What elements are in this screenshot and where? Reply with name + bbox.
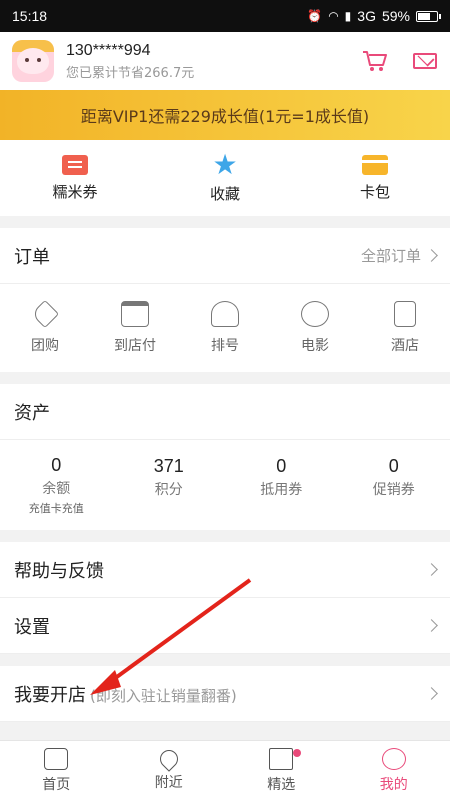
- avatar[interactable]: [12, 40, 54, 82]
- battery-icon: [416, 10, 441, 22]
- asset-points[interactable]: 371 积分: [113, 456, 226, 514]
- battery-percent: 59%: [381, 8, 410, 24]
- quick-ticket[interactable]: 糯米券: [0, 140, 150, 216]
- tag-icon: [30, 299, 60, 329]
- chevron-right-icon: [425, 619, 438, 632]
- orders-header[interactable]: 订单 全部订单: [0, 228, 450, 284]
- asset-promo-coupons[interactable]: 0 促销券: [338, 456, 450, 514]
- message-icon[interactable]: [412, 49, 438, 73]
- network-type: 3G: [357, 8, 376, 24]
- profile-header[interactable]: 130*****994 您已累计节省266.7元: [0, 32, 450, 90]
- wifi-icon: ◠: [328, 9, 339, 23]
- store-section: 我要开店 (即刻入驻让销量翻番): [0, 666, 450, 722]
- home-icon: [44, 747, 69, 770]
- card-icon: [362, 154, 388, 175]
- status-bar: 15:18 ⏰ ◠ ▮ 3G 59%: [0, 0, 450, 32]
- asset-list: 0 余额 充值卡充值 371 积分 0 抵用券 0 促销券: [0, 440, 450, 530]
- tab-nearby[interactable]: 附近: [113, 741, 226, 800]
- phone-number: 130*****994: [66, 41, 151, 59]
- order-groupbuy[interactable]: 团购: [0, 299, 90, 355]
- order-instore-pay[interactable]: 到店付: [90, 301, 180, 355]
- film-icon: [301, 301, 329, 327]
- vip-banner[interactable]: 距离VIP1还需229成长值(1元=1成长值): [0, 90, 450, 140]
- quick-actions: 糯米券 ★ 收藏 卡包: [0, 140, 450, 216]
- bag-icon: [269, 747, 294, 770]
- chevron-right-icon: [425, 563, 438, 576]
- star-icon: ★: [212, 147, 238, 181]
- all-orders-link[interactable]: 全部订单: [361, 245, 438, 266]
- order-movie[interactable]: 电影: [270, 301, 360, 355]
- bottom-tab-bar: 首页 附近 精选 我的: [0, 740, 450, 800]
- shop-icon: [121, 301, 149, 327]
- signal-icon: ▮: [344, 9, 352, 23]
- order-types: 团购 到店付 排号 电影 酒店: [0, 284, 450, 372]
- settings-row[interactable]: 设置: [0, 598, 450, 654]
- open-store-row[interactable]: 我要开店 (即刻入驻让销量翻番): [0, 666, 450, 722]
- cart-icon[interactable]: [362, 49, 388, 73]
- chevron-right-icon: [425, 687, 438, 700]
- open-store-subtitle: (即刻入驻让销量翻番): [90, 686, 237, 705]
- order-queue[interactable]: 排号: [180, 301, 270, 355]
- status-icons: ⏰ ◠ ▮ 3G 59%: [307, 8, 441, 24]
- assets-title: 资产: [14, 402, 50, 424]
- open-store-label: 我要开店: [14, 684, 86, 706]
- quick-label: 卡包: [359, 182, 390, 201]
- tab-home[interactable]: 首页: [0, 741, 113, 800]
- assets-section: 资产 0 余额 充值卡充值 371 积分 0 抵用券 0 促销券: [0, 384, 450, 530]
- chevron-right-icon: [425, 249, 438, 262]
- savings-text: 您已累计节省266.7元: [66, 65, 195, 81]
- recharge-link[interactable]: 充值卡充值: [29, 500, 84, 516]
- header-actions: [362, 49, 438, 73]
- orders-section: 订单 全部订单 团购 到店付 排号 电影 酒店: [0, 228, 450, 372]
- location-icon: [156, 745, 182, 772]
- alarm-icon: ⏰: [307, 9, 323, 23]
- help-feedback-row[interactable]: 帮助与反馈: [0, 542, 450, 598]
- battery-fill: [418, 12, 430, 20]
- user-icon: [381, 747, 406, 770]
- order-hotel[interactable]: 酒店: [360, 301, 450, 355]
- quick-label: 收藏: [209, 184, 240, 203]
- orders-title: 订单: [14, 246, 50, 268]
- people-icon: [211, 301, 239, 327]
- quick-card-wallet[interactable]: 卡包: [300, 140, 450, 216]
- clock: 15:18: [12, 8, 48, 24]
- profile-info: 130*****994 您已累计节省266.7元: [66, 42, 362, 81]
- notification-dot: [292, 749, 301, 757]
- assets-header: 资产: [0, 384, 450, 440]
- vip-text: 距离VIP1还需229成长值(1元=1成长值): [80, 107, 370, 126]
- asset-balance[interactable]: 0 余额 充值卡充值: [0, 455, 113, 516]
- hotel-icon: [394, 301, 416, 327]
- tab-mine[interactable]: 我的: [338, 741, 450, 800]
- quick-label: 糯米券: [52, 182, 98, 201]
- asset-vouchers[interactable]: 0 抵用券: [225, 456, 338, 514]
- quick-favorites[interactable]: ★ 收藏: [150, 140, 300, 216]
- ticket-icon: [62, 154, 88, 175]
- menu-section: 帮助与反馈 设置: [0, 542, 450, 654]
- tab-featured[interactable]: 精选: [225, 741, 338, 800]
